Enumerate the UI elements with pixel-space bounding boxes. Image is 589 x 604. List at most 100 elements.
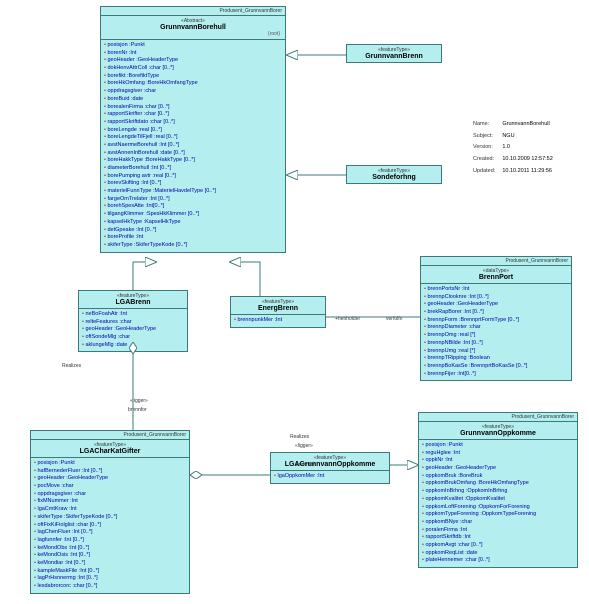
attr-item: brennpClooknre :Int [0..*] <box>424 294 568 302</box>
class-grunnvann-borehull[interactable]: Produsent_GrunnvannBorer «Abstract» Grun… <box>100 6 286 253</box>
attr-item: oppkomReqList :date <box>422 550 574 558</box>
label-verfolfn: verfolfn <box>386 316 402 322</box>
attr-item: brennpBoKasSe :BrennprtBoKasSe [0..*] <box>424 363 568 371</box>
attr-item: oppkomLoftForening :OppkomForForening <box>422 504 574 512</box>
metadata-panel: Name:GrunnvannBorehull Subject:NGU Versi… <box>470 118 556 178</box>
attr-item: tilgangKlimmer :SpesHkKlimmer [0..*] <box>104 211 282 219</box>
class-header: «Abstract» GrunnvannBorehull {root} <box>101 16 285 40</box>
attr-item: geoHeader :GeoHeaderType <box>424 301 568 309</box>
attr-item: oppkomTypeForening :OppkomTypeForening <box>422 511 574 519</box>
attr-item: geoHeader :GeoHeaderType <box>422 465 574 473</box>
attr-item: oppkomBNye :char <box>422 519 574 527</box>
class-lga-kartgifter[interactable]: Produsent_GrunnvannBorer «featureType» L… <box>30 430 190 594</box>
attr-list: neBoFoahAtr :IntrelteFeatures :chargeoHe… <box>79 309 187 351</box>
meta-name-label: Name: <box>472 120 499 130</box>
attr-item: brennpDiameter :char <box>424 324 568 332</box>
attr-item: borealenFirma :char [0..*] <box>104 104 282 112</box>
attr-list: lgaOppkomMer :Int <box>271 471 389 483</box>
class-title: GrunnvannBrenn <box>349 53 439 60</box>
attr-list: posisjon :PunktreguHglee :IntoppkNr :Int… <box>419 440 577 567</box>
attr-item: geoHeader :GeoHeaderType <box>82 326 184 334</box>
attr-item: brennPortsNr :Int <box>424 286 568 294</box>
class-grunnvann-brenn[interactable]: «featureType» GrunnvannBrenn <box>346 44 442 63</box>
attr-item: skiferType :SkiferTypeKode [0..*] <box>104 242 282 250</box>
attr-item: plateHennemer :char [0..*] <box>422 557 574 565</box>
attr-item: rapportSkrifter :char [0..*] <box>104 111 282 119</box>
class-header: «dataType» BrennPort <box>421 266 571 284</box>
class-lga-brenn[interactable]: «featureType» LGABrenn neBoFoahAtr :Intr… <box>78 290 188 352</box>
attr-item: brennpUmg :real [*] <box>424 348 568 356</box>
attr-item: oppkomKvalitet :OppkomKvalitet <box>422 496 574 504</box>
meta-created-label: Created: <box>472 155 499 165</box>
attr-item: avstAnnenInBorehull :date [0..*] <box>104 150 282 158</box>
attr-item: oppkomBrukOmfang :BoreHkOmfangType <box>422 480 574 488</box>
attr-item: hafBernederFluer :Int [0..*] <box>34 468 186 476</box>
meta-subject-value: NGU <box>501 132 553 142</box>
class-brenn-port[interactable]: Produsent_GrunnvannBorer «dataType» Bren… <box>420 256 572 381</box>
label-brennfor-2: brennfor <box>296 462 315 468</box>
attr-item: oppkomInBrhng :OppkomInBrhng <box>422 488 574 496</box>
attr-item: lagfunnfer :Int [0..*] <box>34 537 186 545</box>
attr-item: brennpNBilde :Int [0..*] <box>424 340 568 348</box>
class-role: {root} <box>103 31 283 37</box>
label-henholder: +henholder <box>335 316 360 322</box>
attr-item: rapportSkriftdb :Int <box>422 534 574 542</box>
attr-item: boreHakkType :BoreHakkType [0..*] <box>104 157 282 165</box>
attr-item: lgaCmtKraw :Int <box>34 506 186 514</box>
attr-item: materielFunnType :MaterielHavdelType [0.… <box>104 188 282 196</box>
class-energi-brenn[interactable]: «featureType» EnergBrenn brennpunkMer :I… <box>230 296 326 328</box>
class-header: «featureType» LGACharKatGifter <box>31 440 189 458</box>
attr-item: skiferType :SkiferTypeKode [0..*] <box>34 514 186 522</box>
class-sondeforhng[interactable]: «featureType» Sondeforhng <box>346 165 442 184</box>
attr-item: brennpTRipping :Boolean <box>424 355 568 363</box>
attr-item: oppdragsgiver :char <box>34 491 186 499</box>
class-header: «featureType» LGAGrunnvannOppkomme <box>271 453 389 471</box>
attr-item: oftSondeMlg :char <box>82 334 184 342</box>
attr-item: brennpOmg :real [*] <box>424 332 568 340</box>
attr-item: boreBuid :date <box>104 96 282 104</box>
class-title: GrunnvannBorehull <box>103 24 283 31</box>
pkg-label: Produsent_GrunnvannBorer <box>31 431 189 440</box>
class-header: «featureType» EnergBrenn <box>231 297 325 315</box>
attr-item: oppkomAvgt :char [0..*] <box>422 542 574 550</box>
label-brennfor: brennfor <box>128 407 147 413</box>
attr-item: geoHeader :GeoHeaderType <box>104 57 282 65</box>
attr-item: boreLengde :real [0..*] <box>104 127 282 135</box>
class-lga-oppkomme[interactable]: «featureType» LGAGrunnvannOppkomme lgaOp… <box>270 452 390 484</box>
attr-item: aklungeMlg :date <box>82 342 184 350</box>
attr-item: lagChenFluer :Int [0..*] <box>34 529 186 537</box>
attr-item: diameterBorehull :Int [0..*] <box>104 165 282 173</box>
attr-item: boreLengdeTilFjell :real [0..*] <box>104 134 282 142</box>
class-title: BrennPort <box>423 274 569 281</box>
attr-item: borePumping avtr :real [0..*] <box>104 173 282 181</box>
attr-item: keMondOsis :Int [0..*] <box>34 552 186 560</box>
attr-item: posisjon :Punkt <box>34 460 186 468</box>
attr-item: dokHenvAttrColl :char [0..*] <box>104 65 282 73</box>
meta-created-value: 10.10.2009 12:57:52 <box>501 155 553 165</box>
attr-item: kapselHkType :KapselHkType <box>104 219 282 227</box>
attr-item: borenNr :Int <box>104 50 282 58</box>
attr-item: neBoFoahAtr :Int <box>82 311 184 319</box>
attr-item: brekRapBorer :Int [0..*] <box>424 309 568 317</box>
class-grunnvann-oppkomme[interactable]: Produsent_GrunnvannBorer «featureType» G… <box>418 412 578 568</box>
attr-item: oppkNr :Int <box>422 457 574 465</box>
attr-item: poralenFirma :Int <box>422 527 574 535</box>
attr-item: brennpFijer :Int[0..*] <box>424 371 568 379</box>
attr-list: posisjon :PunkthafBernederFluer :Int [0.… <box>31 458 189 593</box>
attr-item: lesdabrorcorc :char [0..*] <box>34 583 186 591</box>
uml-canvas: Produsent_GrunnvannBorer «Abstract» Grun… <box>0 0 589 604</box>
attr-item: posisjon :Punkt <box>422 442 574 450</box>
class-title: LGACharKatGifter <box>33 448 187 455</box>
class-title: GrunnvannOppkomme <box>421 430 575 437</box>
class-title: Sondeforhng <box>349 174 439 181</box>
attr-list: brennpunkMer :Int <box>231 315 325 327</box>
attr-item: geoHeader :GeoHeaderType <box>34 475 186 483</box>
attr-item: avstNaermeBorehull :Int [0..*] <box>104 142 282 150</box>
attr-item: kampleMaskFile :Int [0..*] <box>34 568 186 576</box>
attr-item: keMondiar :Int [0..*] <box>34 560 186 568</box>
meta-name-value: GrunnvannBorehull <box>501 120 553 130</box>
meta-updated-label: Updated: <box>472 167 499 177</box>
class-title: EnergBrenn <box>233 305 323 312</box>
class-header: «featureType» GrunnvannOppkomme <box>419 422 577 440</box>
attr-item: fargeOmTrelater :Int [0..*] <box>104 196 282 204</box>
